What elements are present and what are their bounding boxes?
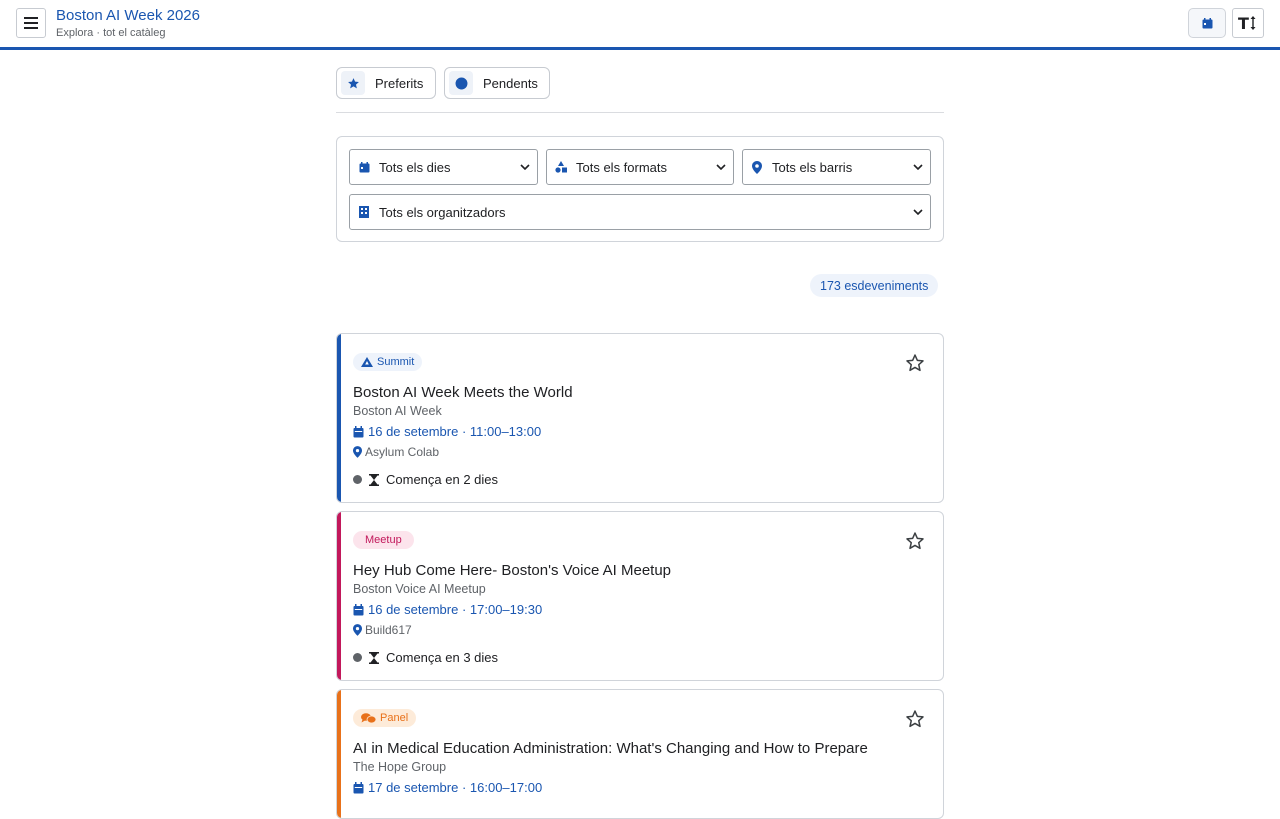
event-datetime-text: 17 de setembre · 16:00–17:00 [368, 780, 543, 795]
event-type-label: Meetup [365, 534, 402, 546]
results-count: 173 esdeveniments [810, 274, 939, 297]
event-datetime: 17 de setembre · 16:00–17:00 [353, 780, 542, 795]
event-venue-text: Build617 [365, 623, 412, 637]
mountain-icon [361, 357, 373, 367]
map-pin-icon [750, 160, 764, 174]
hamburger-icon [24, 17, 38, 29]
app-title[interactable]: Boston AI Week 2026 [56, 7, 200, 25]
status-dot [353, 475, 362, 484]
hourglass-icon [369, 473, 379, 486]
event-status-text: Comença en 3 dies [386, 650, 499, 665]
star-outline-icon [906, 354, 924, 372]
event-venue-text: Asylum Colab [365, 445, 440, 459]
calendar-icon [357, 160, 371, 174]
star-outline-icon [906, 710, 924, 728]
tab-pending[interactable]: Pendents [444, 67, 550, 99]
event-status-text: Comença en 2 dies [386, 472, 499, 487]
event-card[interactable]: Summit Boston AI Week Meets the World Bo… [336, 333, 944, 503]
title-block: Boston AI Week 2026 Explora · tot el cat… [56, 7, 200, 40]
calendar-icon [353, 603, 364, 615]
favorite-button[interactable] [903, 529, 927, 553]
card-accent-bar [337, 512, 341, 680]
svg-text:T: T [1238, 15, 1249, 31]
map-pin-icon [353, 624, 362, 636]
tab-favorites-label: Preferits [375, 75, 424, 91]
event-type-badge: Summit [353, 353, 423, 371]
favorite-button[interactable] [903, 707, 927, 731]
chevron-down-icon [519, 161, 531, 173]
event-title[interactable]: AI in Medical Education Administration: … [353, 740, 868, 757]
event-datetime-text: 16 de setembre · 17:00–19:30 [368, 602, 543, 617]
shapes-icon [554, 160, 568, 174]
text-size-icon: T [1238, 15, 1256, 31]
day-select-value: Tots els dies [379, 159, 451, 175]
neighborhood-select[interactable]: Tots els barris [742, 149, 931, 185]
event-status: Comença en 3 dies [353, 650, 498, 665]
event-organizer: Boston Voice AI Meetup [353, 582, 486, 596]
filters-panel: Tots els dies Tots els formats Tots els … [336, 136, 944, 242]
format-select-value: Tots els formats [576, 159, 668, 175]
event-status: Comença en 2 dies [353, 472, 498, 487]
chat-bubbles-icon [361, 712, 376, 723]
event-datetime-text: 16 de setembre · 11:00–13:00 [368, 424, 542, 439]
favorite-button[interactable] [903, 351, 927, 375]
tab-pending-label: Pendents [483, 75, 538, 91]
event-organizer: The Hope Group [353, 760, 447, 774]
calendar-icon [353, 781, 364, 793]
event-organizer: Boston AI Week [353, 404, 442, 418]
event-type-badge: Panel [353, 709, 417, 727]
app-header: Boston AI Week 2026 Explora · tot el cat… [0, 0, 1280, 50]
neighborhood-select-value: Tots els barris [772, 159, 853, 175]
text-size-button[interactable]: T [1232, 8, 1264, 38]
chevron-down-icon [715, 161, 727, 173]
organizer-select-value: Tots els organitzadors [379, 204, 506, 220]
event-type-badge: Meetup [353, 531, 414, 549]
building-icon [357, 205, 371, 219]
menu-button[interactable] [16, 8, 46, 38]
organizer-select[interactable]: Tots els organitzadors [349, 194, 931, 230]
calendar-icon [1202, 17, 1212, 28]
chevron-down-icon [912, 161, 924, 173]
event-title[interactable]: Boston AI Week Meets the World [353, 384, 573, 401]
tab-favorites[interactable]: Preferits [336, 67, 436, 99]
event-title[interactable]: Hey Hub Come Here- Boston's Voice AI Mee… [353, 562, 671, 579]
hourglass-icon [369, 651, 379, 664]
card-accent-bar [337, 690, 341, 818]
status-dot [353, 653, 362, 662]
day-select[interactable]: Tots els dies [349, 149, 538, 185]
event-datetime: 16 de setembre · 17:00–19:30 [353, 602, 542, 617]
event-venue: Build617 [353, 623, 412, 637]
calendar-icon [353, 425, 364, 437]
chevron-down-icon [912, 206, 924, 218]
event-type-label: Panel [380, 712, 409, 724]
card-accent-bar [337, 334, 341, 502]
map-pin-icon [353, 446, 362, 458]
star-outline-icon [906, 532, 924, 550]
event-datetime: 16 de setembre · 11:00–13:00 [353, 424, 541, 439]
event-card[interactable]: Meetup Hey Hub Come Here- Boston's Voice… [336, 511, 944, 681]
app-subtitle: Explora · tot el catàleg [56, 27, 166, 39]
star-icon [341, 71, 365, 95]
view-tabs: Preferits Pendents [336, 67, 944, 113]
event-type-label: Summit [377, 356, 415, 368]
circle-icon [449, 71, 473, 95]
format-select[interactable]: Tots els formats [546, 149, 734, 185]
calendar-button[interactable] [1188, 8, 1226, 38]
event-venue: Asylum Colab [353, 445, 439, 459]
